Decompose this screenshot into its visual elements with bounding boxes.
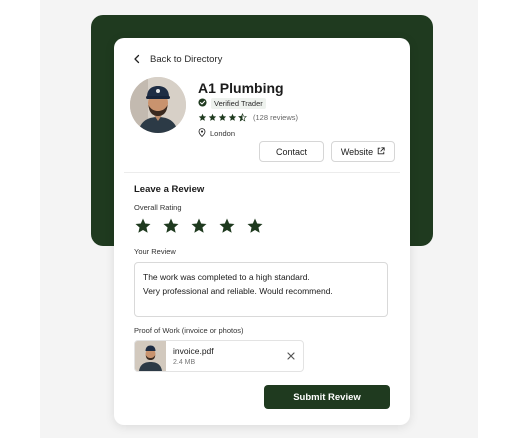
website-button[interactable]: Website (331, 141, 395, 162)
review-form-title: Leave a Review (134, 184, 205, 195)
attachment-file-name: invoice.pdf (173, 346, 214, 356)
star-icon (208, 113, 217, 121)
your-review-label: Your Review (134, 247, 176, 256)
star-icon[interactable] (162, 217, 180, 235)
star-icon[interactable] (218, 217, 236, 235)
location-label: London (210, 128, 236, 138)
star-icon[interactable] (246, 217, 264, 235)
contact-label: Contact (275, 146, 308, 157)
star-icon (228, 113, 237, 121)
attachment-thumbnail (135, 341, 166, 371)
back-to-directory-link[interactable]: Back to Directory (132, 52, 222, 66)
map-pin-icon (198, 127, 206, 139)
trader-location: London (198, 127, 235, 139)
trader-review-card: Back to Directory A1 Plumbing Verified T… (114, 38, 410, 425)
star-icon (198, 113, 207, 121)
star-half-icon (238, 112, 247, 121)
proof-of-work-label: Proof of Work (invoice or photos) (134, 326, 244, 335)
external-link-icon (377, 146, 385, 157)
star-icon (218, 113, 227, 121)
submit-review-label: Submit Review (293, 391, 361, 403)
website-label: Website (340, 146, 374, 157)
verified-label: Verified Trader (211, 97, 266, 109)
review-text-line: The work was completed to a high standar… (143, 272, 310, 282)
rating-input (134, 217, 264, 235)
chevron-left-icon (132, 54, 142, 64)
trader-avatar (130, 77, 186, 133)
back-label: Back to Directory (150, 53, 223, 65)
review-text-line: Very professional and reliable. Would re… (143, 286, 333, 296)
trader-name: A1 Plumbing (198, 80, 284, 96)
check-circle-icon (198, 97, 207, 109)
review-form: Leave a Review Overall Rating Your Revie… (124, 172, 400, 420)
verified-badge: Verified Trader (198, 97, 266, 109)
attachment-chip: invoice.pdf 2.4 MB (134, 340, 304, 372)
contact-button[interactable]: Contact (259, 141, 324, 162)
review-textarea[interactable]: The work was completed to a high standar… (134, 262, 388, 317)
star-icon[interactable] (190, 217, 208, 235)
star-icon[interactable] (134, 217, 152, 235)
overall-rating-label: Overall Rating (134, 203, 182, 212)
rating-stars (198, 112, 247, 122)
attachment-file-size: 2.4 MB (173, 359, 196, 366)
close-icon[interactable] (286, 351, 296, 361)
review-count: (128 reviews) (253, 112, 299, 122)
submit-review-button[interactable]: Submit Review (264, 385, 390, 409)
trader-rating: (128 reviews) (198, 111, 298, 123)
